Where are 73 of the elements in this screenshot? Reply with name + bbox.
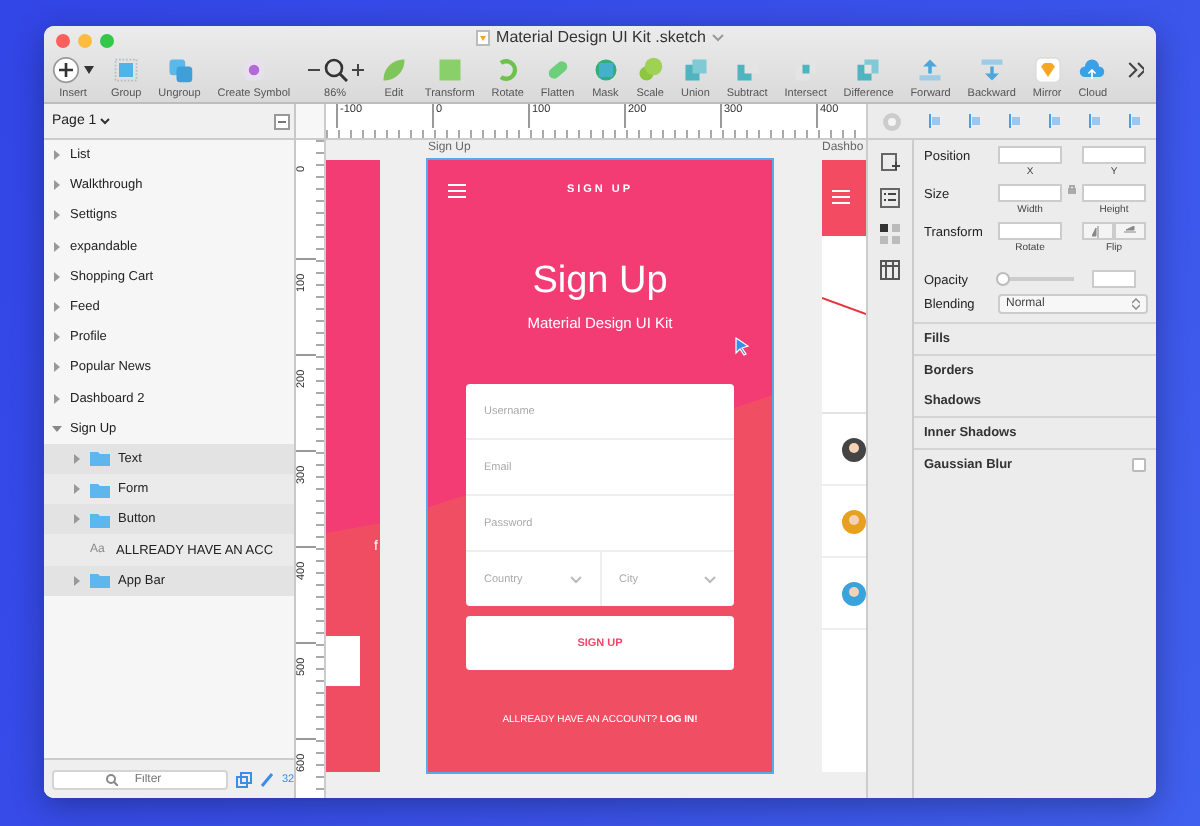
flip-vertical-button[interactable] (1114, 222, 1146, 240)
avatar-icon (842, 437, 866, 461)
union-icon (681, 56, 710, 84)
input-field[interactable] (998, 222, 1062, 240)
list-icon[interactable] (880, 188, 900, 208)
insert-page-icon[interactable] (880, 152, 900, 172)
plus-icon[interactable] (351, 64, 364, 76)
caret-icon (84, 66, 94, 74)
menu-icon[interactable] (448, 184, 466, 198)
cloud-icon (1078, 56, 1107, 84)
difference-icon (854, 56, 883, 84)
leaf-shape-icon (379, 56, 408, 84)
search-icon[interactable] (323, 58, 348, 82)
flip-horizontal-button[interactable] (1082, 222, 1114, 240)
triangle-right-icon[interactable] (52, 210, 62, 221)
triangle-right-icon[interactable] (72, 484, 82, 495)
flip-vertical-icon (1124, 225, 1136, 237)
heading: Sign Up (532, 260, 668, 304)
table-icon[interactable] (880, 260, 900, 280)
triangle-right-icon[interactable] (52, 271, 62, 282)
minus-icon[interactable] (307, 64, 320, 76)
plus-icon (52, 56, 80, 84)
opacity-slider[interactable] (998, 272, 1074, 286)
send-backward-icon (977, 56, 1006, 84)
triangle-right-icon[interactable] (52, 302, 62, 313)
slider-thumb[interactable] (996, 272, 1010, 286)
square-icon (112, 56, 141, 84)
chart-line-drawing (822, 296, 866, 316)
input-field[interactable] (1082, 146, 1146, 164)
folder-icon (90, 572, 110, 589)
align-left-icon[interactable] (927, 114, 942, 128)
avatar-icon (842, 509, 866, 533)
square-icon (435, 56, 464, 84)
zoom-button[interactable] (100, 33, 114, 47)
minimize-button[interactable] (78, 33, 92, 47)
chevron-down-icon (711, 33, 724, 41)
triangle-right-icon[interactable] (52, 241, 62, 252)
copy-icon[interactable] (236, 771, 252, 787)
chevron-down-icon (100, 117, 111, 125)
pencil-icon[interactable] (260, 771, 274, 787)
symbol-icon (239, 56, 268, 84)
triangle-right-icon[interactable] (52, 362, 62, 373)
menu-icon[interactable] (832, 190, 850, 204)
triangle-right-icon[interactable] (72, 514, 82, 525)
circle-icon[interactable] (881, 111, 901, 131)
lock-icon (1068, 184, 1076, 194)
flip-horizontal-icon (1092, 225, 1104, 237)
triangle-right-icon[interactable] (52, 393, 62, 404)
triangle-right-icon[interactable] (52, 180, 62, 191)
triangle-down-icon[interactable] (52, 423, 62, 434)
triangle-right-icon[interactable] (72, 453, 82, 464)
input-field[interactable] (1082, 184, 1146, 202)
chevron-down-icon (569, 575, 581, 583)
scale-icon (636, 56, 665, 84)
triangle-right-icon[interactable] (52, 332, 62, 343)
avatar-icon (842, 581, 866, 605)
window-title: Material Design UI Kit .sketch (496, 28, 706, 46)
updown-icon (1132, 298, 1140, 310)
bring-forward-icon (916, 56, 945, 84)
grid-icon[interactable] (880, 224, 900, 244)
close-button[interactable] (56, 33, 70, 47)
triangle-right-icon[interactable] (52, 150, 62, 161)
checkbox[interactable] (1132, 458, 1146, 472)
search-icon (106, 773, 118, 785)
input-field[interactable] (998, 184, 1062, 202)
input-field[interactable] (1092, 270, 1136, 288)
input-field[interactable] (998, 146, 1062, 164)
mask-icon (591, 56, 620, 84)
chevron-down-icon (704, 575, 716, 583)
squares-icon (165, 56, 194, 84)
collapse-icon[interactable] (274, 113, 291, 129)
cursor-icon (734, 336, 750, 356)
triangle-right-icon[interactable] (72, 575, 82, 586)
